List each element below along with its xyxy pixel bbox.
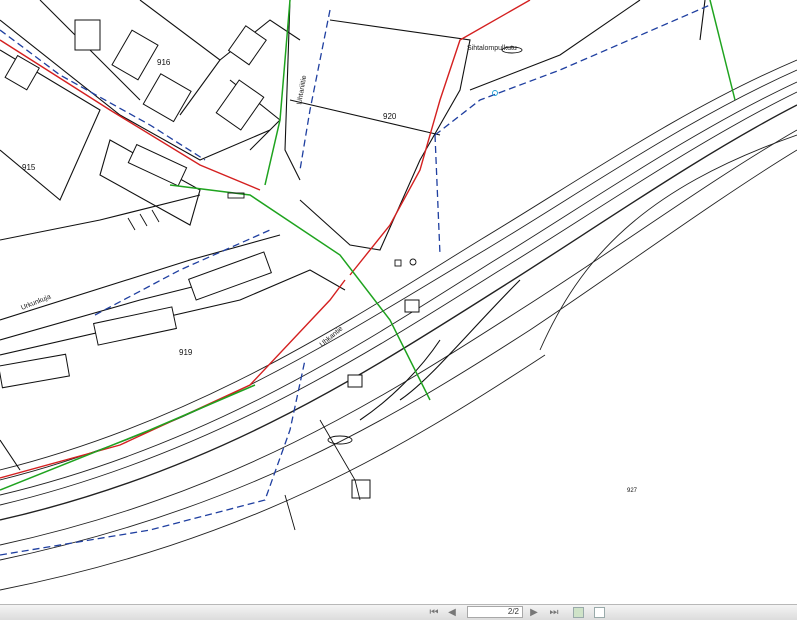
parcel-boundaries [0, 0, 706, 471]
parcel-label: 915 [22, 163, 36, 172]
parcel-label: 920 [383, 112, 397, 121]
place-label: Sihtalompulkutu [467, 45, 517, 52]
previous-page-icon[interactable]: ◀ [446, 607, 458, 618]
page-number-field[interactable]: 2/2 [467, 606, 523, 618]
viewer-toolbar: ⏮ ◀ 2/2 ▶ ⏭ [0, 604, 797, 620]
document-icon[interactable] [594, 607, 605, 618]
first-page-icon[interactable]: ⏮ [428, 607, 440, 618]
map-canvas[interactable]: 916 920 915 919 927 Sihtalompulkutu Liht… [0, 0, 797, 604]
next-page-icon[interactable]: ▶ [528, 607, 540, 618]
green-line [0, 0, 736, 491]
parcel-label: 916 [157, 58, 171, 67]
street-label: Lihtariiitie [296, 75, 308, 105]
buildings [0, 19, 420, 499]
parcel-label: 919 [179, 348, 193, 357]
last-page-icon[interactable]: ⏭ [548, 607, 560, 618]
thumbnail-icon[interactable] [573, 607, 584, 618]
street-label: Uhkantie [319, 325, 345, 348]
parcel-label: 927 [627, 488, 638, 494]
